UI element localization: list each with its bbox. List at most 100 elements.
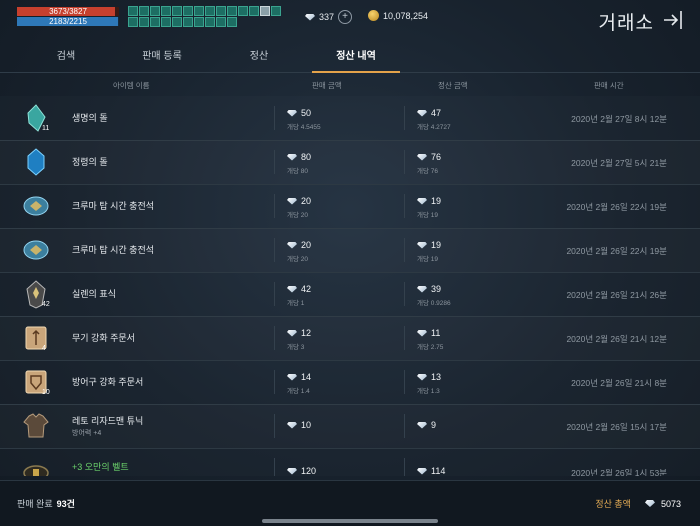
sale-time: 2020년 2월 26일 22시 19분 bbox=[566, 202, 667, 212]
list-item[interactable]: 4 무기 강화 주문서 12 개당 3 11 개당 2.75 2020년 2월 … bbox=[0, 316, 700, 361]
mp-bar: 2183/2215 bbox=[17, 17, 119, 26]
tab-settlement[interactable]: 정산 bbox=[209, 44, 309, 72]
buff-icons-bottom[interactable] bbox=[128, 17, 237, 27]
belt-icon bbox=[23, 465, 49, 476]
item-name: +3 오만의 벨트 bbox=[72, 462, 129, 472]
buff-icon[interactable] bbox=[172, 6, 182, 16]
tab-settlement-history[interactable]: 정산 내역 bbox=[306, 44, 406, 73]
item-name: 레토 리자드맨 튜닉 bbox=[72, 416, 144, 426]
list-item[interactable]: 11 생명의 돌 50 개당 4.5455 47 개당 4.2727 2020년… bbox=[0, 96, 700, 141]
buff-icon[interactable] bbox=[161, 6, 171, 16]
buff-icon[interactable] bbox=[194, 17, 204, 27]
divider bbox=[274, 458, 275, 476]
home-indicator[interactable] bbox=[262, 519, 438, 523]
divider bbox=[274, 238, 275, 262]
diamond-icon bbox=[287, 467, 297, 475]
sale-time: 2020년 2월 26일 22시 19분 bbox=[566, 246, 667, 256]
sale-value: 42 bbox=[301, 284, 312, 294]
sale-time: 2020년 2월 27일 8시 12분 bbox=[571, 114, 667, 124]
sale-value: 12 bbox=[301, 328, 312, 338]
diamond-icon bbox=[417, 329, 427, 337]
buff-icon[interactable] bbox=[216, 6, 226, 16]
buff-icon[interactable] bbox=[139, 17, 149, 27]
sale-amount: 120 bbox=[287, 466, 316, 476]
item-name: 방어구 강화 주문서 bbox=[72, 377, 144, 387]
buff-icon[interactable] bbox=[205, 17, 215, 27]
sale-amount: 14 bbox=[287, 372, 311, 382]
buff-icon[interactable] bbox=[128, 6, 138, 16]
diamond-count: 337 bbox=[319, 12, 335, 22]
list-item[interactable]: 크루마 탑 시간 충전석 20 개당 20 19 개당 19 2020년 2월 … bbox=[0, 184, 700, 229]
window-title: 거래소 bbox=[598, 13, 654, 34]
settle-unit-price: 개당 19 bbox=[417, 256, 438, 263]
settle-amount: 76 bbox=[417, 152, 441, 162]
list-item[interactable]: 정령의 돌 80 개당 80 76 개당 76 2020년 2월 27일 5시 … bbox=[0, 140, 700, 185]
buff-icon[interactable] bbox=[139, 6, 149, 16]
buff-icon[interactable] bbox=[183, 17, 193, 27]
adena-count: 10,078,254 bbox=[383, 10, 429, 21]
buff-icon[interactable] bbox=[260, 6, 270, 16]
buff-icon[interactable] bbox=[271, 6, 281, 16]
divider bbox=[274, 282, 275, 306]
buff-icon[interactable] bbox=[183, 6, 193, 16]
settle-unit-price: 개당 19 bbox=[417, 212, 438, 219]
list-item[interactable]: 크루마 탑 시간 충전석 20 개당 20 19 개당 19 2020년 2월 … bbox=[0, 228, 700, 273]
divider bbox=[404, 458, 405, 476]
divider bbox=[404, 370, 405, 394]
buff-icon[interactable] bbox=[150, 6, 160, 16]
sale-value: 50 bbox=[301, 108, 312, 118]
divider bbox=[404, 106, 405, 130]
settle-unit-price: 개당 1.3 bbox=[417, 388, 440, 395]
buff-icon[interactable] bbox=[150, 17, 160, 27]
item-name: 정령의 돌 bbox=[72, 157, 108, 167]
sale-unit-price: 개당 1.4 bbox=[287, 388, 310, 395]
item-quantity: 10 bbox=[42, 389, 50, 396]
buff-icon[interactable] bbox=[227, 17, 237, 27]
list-item[interactable]: +3 오만의 벨트 120 114 2020년 2월 26일 1시 53분 bbox=[0, 448, 700, 476]
sale-amount: 80 bbox=[287, 152, 311, 162]
diamond-icon bbox=[644, 500, 655, 507]
buff-icon[interactable] bbox=[172, 17, 182, 27]
settlement-total: 정산 총액 5073 bbox=[595, 497, 681, 510]
buff-icon[interactable] bbox=[128, 17, 138, 27]
plus-icon[interactable]: + bbox=[338, 10, 353, 24]
buff-icon[interactable] bbox=[161, 17, 171, 27]
tab-register-sale[interactable]: 판매 등록 bbox=[112, 44, 212, 72]
settle-value: 114 bbox=[431, 466, 446, 476]
sale-amount: 50 bbox=[287, 108, 311, 118]
settle-amount: 19 bbox=[417, 196, 441, 206]
buff-icon[interactable] bbox=[249, 6, 259, 16]
diamond-icon bbox=[417, 421, 427, 429]
divider bbox=[404, 282, 405, 306]
tab-search[interactable]: 검색 bbox=[16, 44, 116, 72]
settle-amount: 47 bbox=[417, 108, 441, 118]
buff-icon[interactable] bbox=[238, 6, 248, 16]
settlement-history-list[interactable]: 11 생명의 돌 50 개당 4.5455 47 개당 4.2727 2020년… bbox=[0, 96, 700, 476]
adena-coin-icon bbox=[368, 10, 379, 21]
exit-arrow-icon[interactable] bbox=[662, 10, 686, 30]
settle-value: 11 bbox=[431, 328, 441, 338]
buff-icon[interactable] bbox=[227, 6, 237, 16]
list-item[interactable]: 10 방어구 강화 주문서 14 개당 1.4 13 개당 1.3 2020년 … bbox=[0, 360, 700, 405]
buff-icon[interactable] bbox=[216, 17, 226, 27]
divider bbox=[404, 150, 405, 174]
buff-icons-top[interactable] bbox=[128, 6, 281, 16]
buff-icon[interactable] bbox=[205, 6, 215, 16]
sale-amount: 10 bbox=[287, 420, 311, 430]
item-quantity: 11 bbox=[42, 125, 50, 132]
diamond-icon bbox=[417, 197, 427, 205]
item-name: 실렌의 표식 bbox=[72, 289, 116, 299]
completed-count: 판매 완료 93건 bbox=[17, 497, 75, 510]
settle-amount: 39 bbox=[417, 284, 441, 294]
list-item[interactable]: 42 실렌의 표식 42 개당 1 39 개당 0.9286 2020년 2월 … bbox=[0, 272, 700, 317]
sale-time: 2020년 2월 26일 15시 17분 bbox=[566, 422, 667, 432]
column-settle-amount: 정산 금액 bbox=[438, 81, 468, 90]
sale-value: 10 bbox=[301, 420, 312, 430]
diamond-icon bbox=[305, 13, 315, 21]
spirit-stone-icon bbox=[27, 148, 45, 176]
divider bbox=[404, 238, 405, 262]
list-item[interactable]: 레토 리자드맨 튜닉 방어력 +4 10 9 2020년 2월 26일 15시 … bbox=[0, 404, 700, 449]
diamond-icon bbox=[287, 109, 297, 117]
diamond-icon bbox=[287, 421, 297, 429]
buff-icon[interactable] bbox=[194, 6, 204, 16]
